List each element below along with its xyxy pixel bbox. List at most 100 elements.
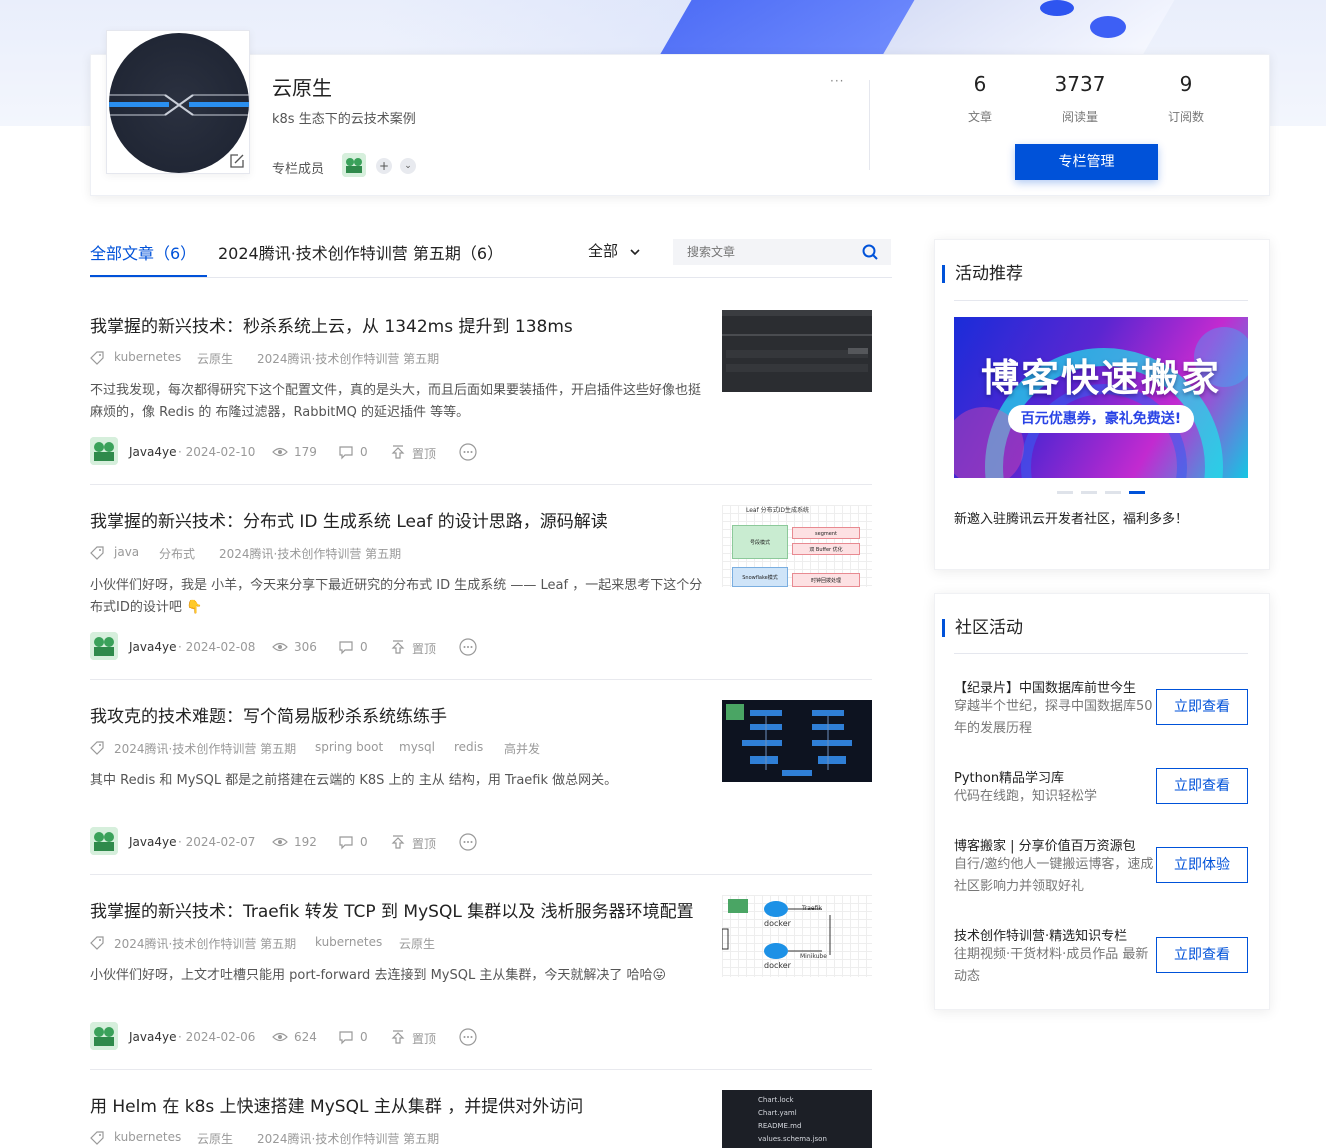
author-avatar[interactable] [90, 632, 118, 660]
article-tag[interactable]: 2024腾讯·技术创作特训营 第五期 [114, 935, 296, 952]
article-thumbnail[interactable]: docker docker Traefik Minikube [722, 895, 872, 977]
article-tag[interactable]: spring boot [315, 740, 383, 754]
carousel-dot[interactable] [1081, 491, 1097, 494]
more-options-icon[interactable] [459, 833, 477, 851]
thumb-text: README.md [758, 1122, 802, 1130]
article-title[interactable]: 我掌握的新兴技术：秒杀系统上云，从 1342ms 提升到 138ms [90, 312, 702, 337]
pin-top-button[interactable]: 置顶 [412, 445, 436, 462]
article-tag[interactable]: 云原生 [197, 350, 233, 367]
activity-desc: 往期视频·干货材料·成员作品 最新动态 [954, 947, 1149, 984]
author-name[interactable]: Java4ye [129, 445, 176, 459]
article-tag[interactable]: 2024腾讯·技术创作特训营 第五期 [257, 1130, 439, 1147]
activity-title[interactable]: Python精品学习库 [954, 767, 1064, 786]
stat-subscribers-value: 9 [1179, 72, 1193, 96]
activity-title[interactable]: 【纪录片】中国数据库前世今生 [954, 677, 1136, 696]
community-title: 社区活动 [942, 619, 1023, 637]
article-thumbnail[interactable]: Chart.lock Chart.yaml README.md values.s… [722, 1090, 872, 1148]
promo-subtitle: 百元优惠券，豪礼免费送! [1008, 405, 1194, 433]
author-avatar[interactable] [90, 1022, 118, 1050]
activity-desc: 穿越半个世纪，探寻中国数据库50年的发展历程 [954, 699, 1153, 736]
manage-column-button[interactable]: 专栏管理 [1015, 144, 1158, 180]
author-name[interactable]: Java4ye [129, 640, 176, 654]
thumb-text: Leaf 分布式ID生成系统 [746, 507, 810, 514]
article-title[interactable]: 我掌握的新兴技术：分布式 ID 生成系统 Leaf 的设计思路，源码解读 [90, 507, 702, 532]
article-thumbnail[interactable]: Leaf 分布式ID生成系统 号段模式 segment 双 Buffer 优化 … [722, 505, 872, 587]
comment-icon[interactable] [338, 639, 354, 655]
more-options-icon[interactable] [459, 443, 477, 461]
pin-top-icon[interactable] [390, 639, 406, 655]
article-summary: 小伙伴们好呀，我是 小羊，今天来分享下最近研究的分布式 ID 生成系统 —— L… [90, 578, 703, 615]
view-count: 192 [294, 835, 317, 849]
author-name[interactable]: Java4ye [129, 1030, 176, 1044]
thumb-text: values.schema.json [758, 1135, 827, 1143]
activity-desc: 自行/邀约他人一键搬运博客，速成社区影响力并领取好礼 [954, 857, 1154, 894]
article-title[interactable]: 我掌握的新兴技术：Traefik 转发 TCP 到 MySQL 集群以及 浅析服… [90, 897, 702, 922]
search-icon[interactable] [862, 244, 878, 260]
pin-top-icon[interactable] [390, 834, 406, 850]
article-tag[interactable]: 2024腾讯·技术创作特训营 第五期 [114, 740, 296, 757]
stat-subscribers-label: 订阅数 [1167, 110, 1204, 124]
comment-count: 0 [360, 445, 368, 459]
view-now-button[interactable]: 立即查看 [1156, 937, 1248, 973]
article-title[interactable]: 用 Helm 在 k8s 上快速搭建 MySQL 主从集群 ，并提供对外访问 [90, 1092, 702, 1117]
article-tag[interactable]: 云原生 [197, 1130, 233, 1147]
comment-icon[interactable] [338, 444, 354, 460]
tab-all-articles[interactable]: 全部文章（6） [90, 240, 196, 264]
pin-top-icon[interactable] [390, 444, 406, 460]
view-now-button[interactable]: 立即查看 [1156, 768, 1248, 804]
article-tag[interactable]: 2024腾讯·技术创作特训营 第五期 [219, 545, 401, 562]
member-avatar[interactable] [342, 153, 366, 177]
pin-top-button[interactable]: 置顶 [412, 640, 436, 657]
carousel-dot-active[interactable] [1129, 491, 1145, 494]
tab-training-camp[interactable]: 2024腾讯·技术创作特训营 第五期（6） [218, 240, 503, 264]
thumb-text: Chart.yaml [758, 1109, 797, 1117]
activity-desc: 代码在线跑，知识轻松学 [954, 789, 1098, 804]
promo-caption[interactable]: 新邀入驻腾讯云开发者社区，福利多多！ [954, 508, 1188, 527]
pin-top-icon[interactable] [390, 1029, 406, 1045]
activity-title[interactable]: 博客搬家 | 分享价值百万资源包 [954, 835, 1136, 854]
more-options-icon[interactable] [459, 1028, 477, 1046]
article-tag[interactable]: mysql [399, 740, 435, 754]
comment-icon[interactable] [338, 834, 354, 850]
promo-banner[interactable]: 博客快速搬家 百元优惠券，豪礼免费送! [954, 317, 1248, 478]
activity-title[interactable]: 技术创作特训营·精选知识专栏 [954, 925, 1127, 944]
article-tag[interactable]: 云原生 [399, 935, 435, 952]
search-input[interactable] [673, 239, 891, 265]
chevron-down-icon[interactable]: ⌄ [400, 158, 416, 174]
stat-articles-label: 文章 [967, 110, 992, 124]
pin-top-button[interactable]: 置顶 [412, 835, 436, 852]
edit-icon[interactable] [229, 153, 245, 169]
publish-date: · 2024-02-08 [178, 640, 256, 654]
author-avatar[interactable] [90, 827, 118, 855]
article-tag[interactable]: java [114, 545, 139, 559]
more-icon[interactable]: ··· [830, 74, 844, 88]
carousel-dot[interactable] [1105, 491, 1121, 494]
thumb-text: docker [764, 919, 791, 928]
add-member-button[interactable]: + [376, 158, 392, 174]
pin-top-button[interactable]: 置顶 [412, 1030, 436, 1047]
more-options-icon[interactable] [459, 638, 477, 656]
view-now-button[interactable]: 立即查看 [1156, 689, 1248, 725]
try-now-button[interactable]: 立即体验 [1156, 847, 1248, 883]
comment-icon[interactable] [338, 1029, 354, 1045]
filter-dropdown[interactable]: 全部 [588, 240, 641, 261]
article-tag[interactable]: kubernetes [114, 1130, 181, 1144]
author-avatar[interactable] [90, 437, 118, 465]
carousel-dot[interactable] [1057, 491, 1073, 494]
article-title[interactable]: 我攻克的技术难题：写个简易版秒杀系统练练手 [90, 702, 702, 727]
article-thumbnail[interactable] [722, 700, 872, 782]
view-count: 624 [294, 1030, 317, 1044]
article-tag[interactable]: 分布式 [159, 545, 195, 562]
article-tag[interactable]: 高并发 [504, 740, 540, 757]
article-tag[interactable]: redis [454, 740, 483, 754]
author-name[interactable]: Java4ye [129, 835, 176, 849]
article-divider [90, 484, 872, 485]
article-summary: 其中 Redis 和 MySQL 都是之前搭建在云端的 K8S 上的 主从 结构… [90, 773, 618, 788]
promo-title: 博客快速搬家 [980, 356, 1221, 400]
article-thumbnail[interactable] [722, 310, 872, 392]
comment-count: 0 [360, 640, 368, 654]
column-description: k8s 生态下的云技术案例 [272, 112, 416, 127]
article-tag[interactable]: kubernetes [315, 935, 382, 949]
article-tag[interactable]: 2024腾讯·技术创作特训营 第五期 [257, 350, 439, 367]
article-tag[interactable]: kubernetes [114, 350, 181, 364]
